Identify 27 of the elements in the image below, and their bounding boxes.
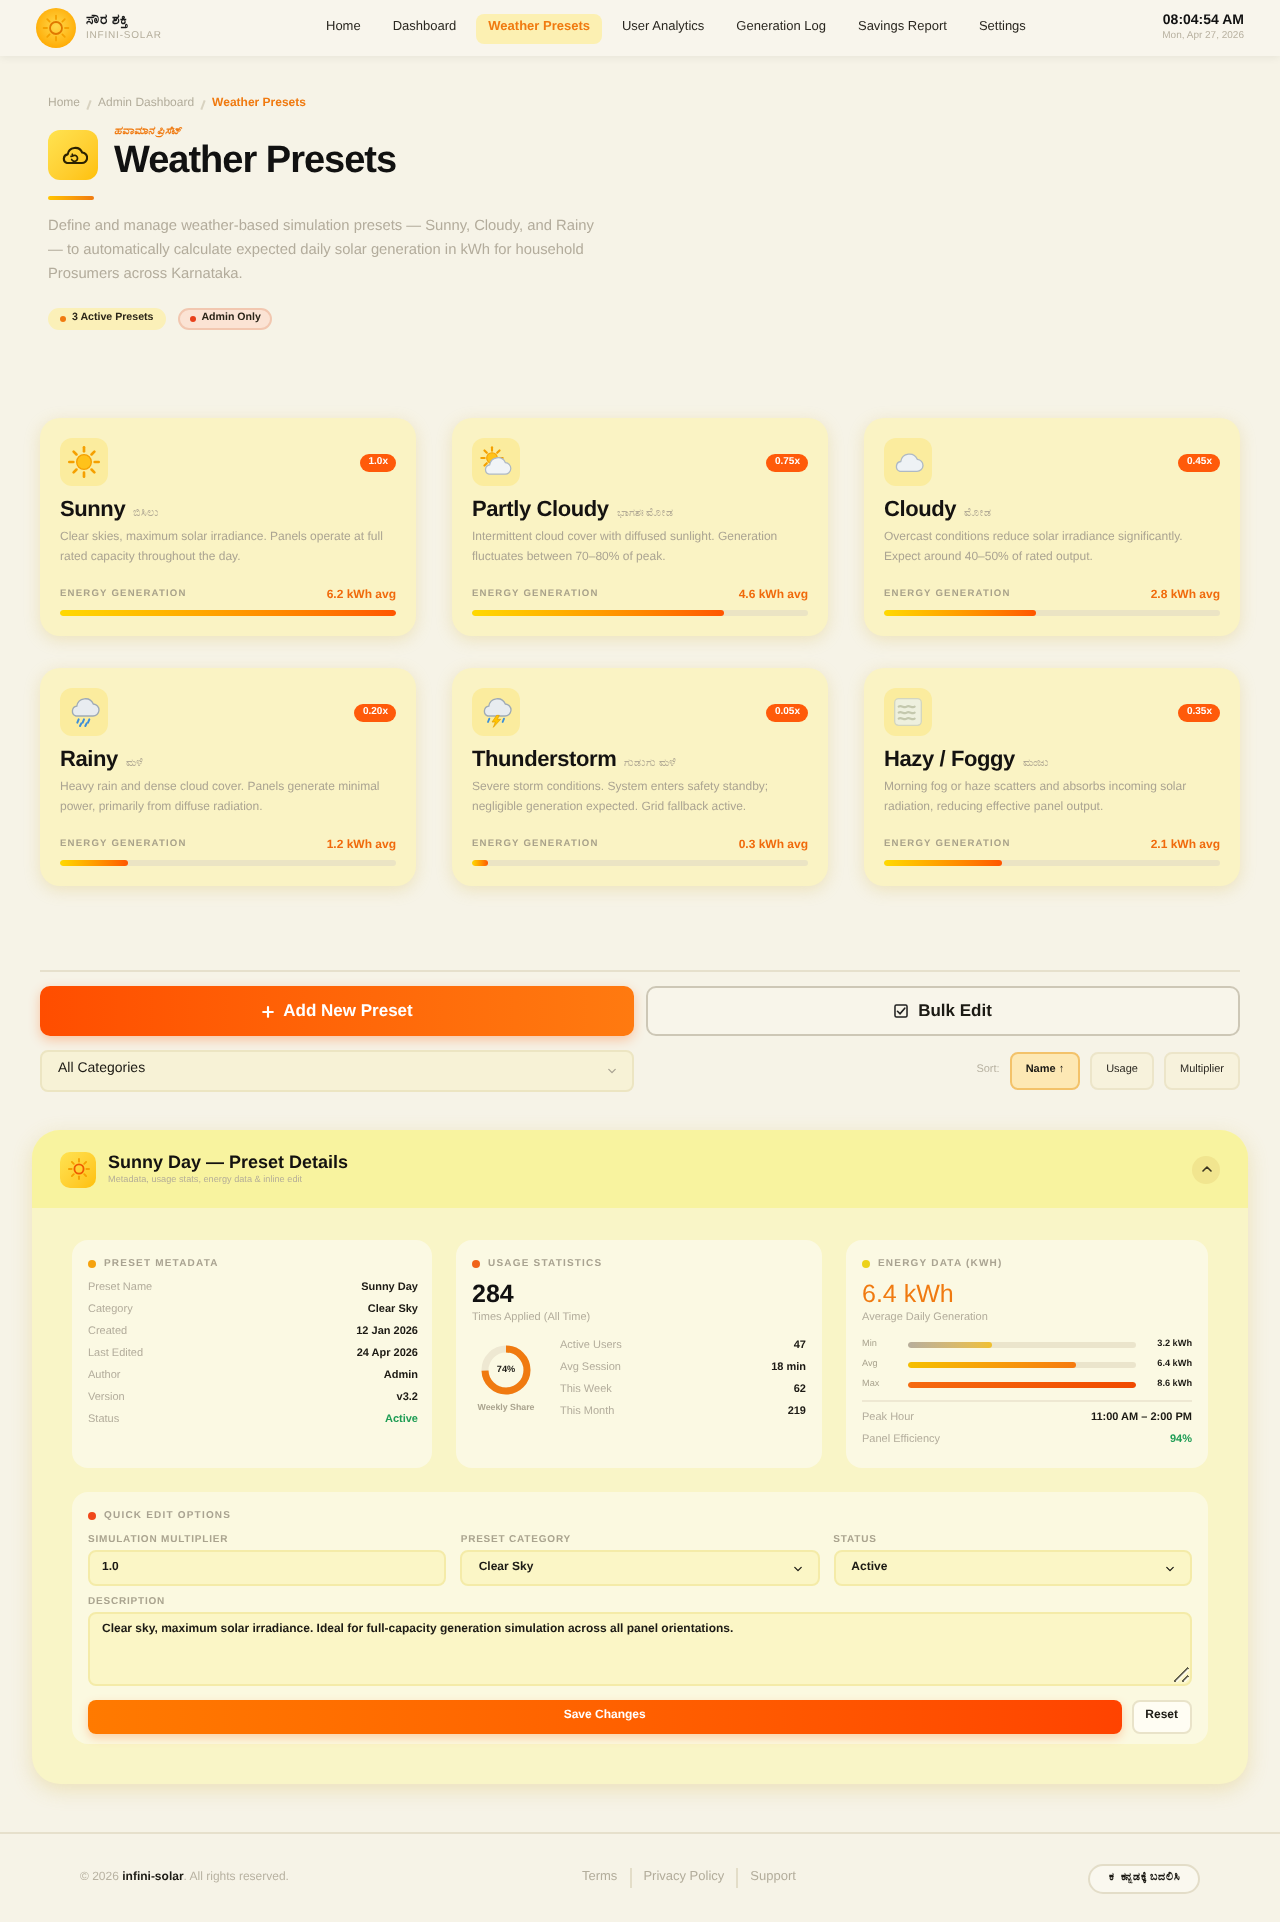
usage-total: 284 xyxy=(472,1280,516,1308)
collapse-button[interactable] xyxy=(1192,1155,1220,1183)
share-ring xyxy=(480,1344,532,1396)
preset-name: Rainy xyxy=(60,748,118,774)
preset-name: Sunny xyxy=(60,498,126,524)
preset-name: Hazy / Foggy xyxy=(884,748,1015,774)
chevron-down-icon xyxy=(1165,1565,1174,1571)
cloud-icon xyxy=(884,438,932,486)
fog-icon xyxy=(884,688,932,736)
preset-name: Cloudy xyxy=(884,498,957,524)
sun-icon xyxy=(60,438,108,486)
preset-name: Partly Cloudy xyxy=(472,498,609,524)
sun-icon xyxy=(60,1151,96,1187)
page-title: Weather Presets xyxy=(114,140,397,184)
energy-average: 6.4 kWh xyxy=(862,1280,956,1308)
details-title: Sunny Day — Preset Details xyxy=(108,1152,349,1174)
plus-icon xyxy=(261,1005,274,1017)
caret-down-icon xyxy=(608,1068,616,1074)
sun-cloud-icon xyxy=(472,438,520,486)
storm-cloud-icon xyxy=(472,688,520,736)
rain-cloud-icon xyxy=(60,688,108,736)
bulk-edit-button[interactable]: Bulk Edit xyxy=(646,986,1240,1036)
preset-name: Thunderstorm xyxy=(472,748,617,774)
sun-logo-icon xyxy=(36,8,76,48)
chevron-up-icon xyxy=(1201,1166,1211,1172)
chevron-down-icon xyxy=(793,1565,802,1571)
checkbox-icon xyxy=(894,1004,909,1018)
